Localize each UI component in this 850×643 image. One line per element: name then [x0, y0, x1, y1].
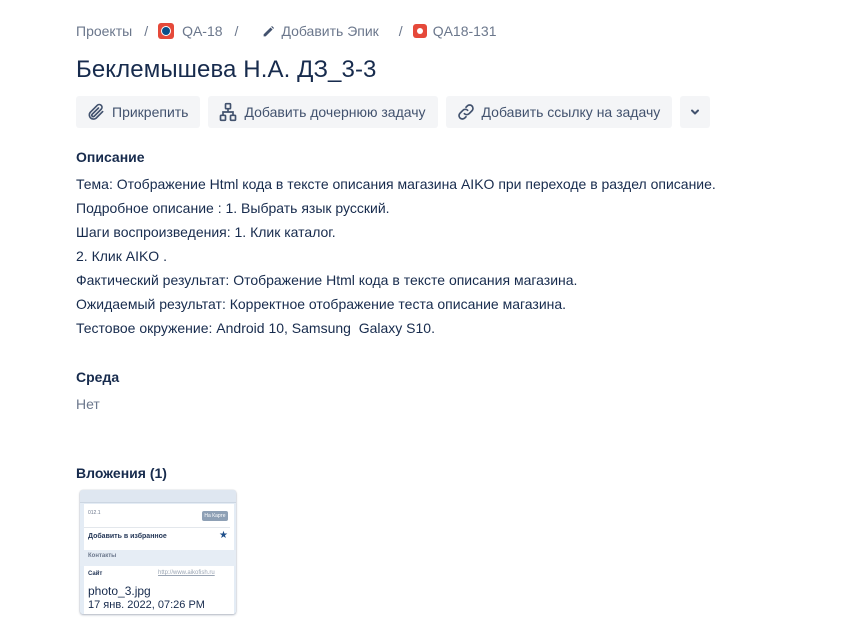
breadcrumb-project-link[interactable]: QA-18: [158, 23, 223, 39]
description-line: Шаги воспроизведения: 1. Клик каталог.: [76, 224, 336, 240]
hierarchy-icon: [220, 102, 237, 122]
environment-value[interactable]: Нет: [76, 396, 100, 412]
description-line: Тестовое окружение: Android 10, Samsung …: [76, 320, 435, 336]
add-epic-label: Добавить Эпик: [281, 23, 379, 39]
breadcrumb-separator: /: [234, 23, 239, 39]
description-line: Подробное описание : 1. Выбрать язык рус…: [76, 200, 390, 216]
thumbnail-site-label: Сайт: [88, 571, 103, 577]
link-issue-button[interactable]: Добавить ссылку на задачу: [445, 96, 673, 128]
attachment-card[interactable]: 012.1 На Карте Добавить в избранное ★ Ко…: [80, 490, 236, 614]
breadcrumb-issue-link[interactable]: QA18-131: [412, 23, 497, 39]
more-actions-button[interactable]: [680, 96, 711, 128]
attachments-heading: Вложения (1): [76, 465, 167, 481]
issue-title[interactable]: Беклемышева Н.А. ДЗ_3-3: [76, 56, 377, 84]
attach-button-label: Прикрепить: [112, 104, 189, 120]
attachment-date: 17 янв. 2022, 07:26 PM: [88, 599, 205, 611]
thumbnail-contacts-text: Контакты: [88, 553, 117, 559]
thumbnail-top-text: 012.1: [88, 510, 101, 516]
breadcrumb-issue-key: QA18-131: [432, 23, 497, 39]
breadcrumb-project-label: QA-18: [182, 23, 223, 39]
bug-icon: [412, 24, 427, 38]
star-icon: ★: [219, 530, 228, 541]
description-line: Фактический результат: Отображение Html …: [76, 272, 578, 288]
add-child-issue-label: Добавить дочернюю задачу: [244, 104, 426, 120]
environment-heading: Среда: [76, 369, 120, 385]
description-line: Тема: Отображение Html кода в тексте опи…: [76, 176, 716, 192]
project-avatar-icon: [158, 23, 175, 39]
pencil-icon: [262, 25, 275, 38]
issue-toolbar: Прикрепить Добавить дочернюю задачу Доба…: [76, 96, 711, 128]
description-line: 2. Клик AIKO .: [76, 248, 167, 264]
breadcrumb-projects-link[interactable]: Проекты: [76, 23, 132, 39]
breadcrumb: Проекты / QA-18 / Добавить Эпик / QA18-1…: [76, 21, 497, 41]
paperclip-icon: [88, 103, 104, 120]
breadcrumb-separator: /: [398, 23, 403, 39]
breadcrumb-separator: /: [144, 23, 149, 39]
thumbnail-map-button: На Карте: [202, 511, 228, 521]
description-heading: Описание: [76, 149, 145, 165]
description-body[interactable]: Тема: Отображение Html кода в тексте опи…: [76, 172, 716, 340]
description-line: Ожидаемый результат: Корректное отображе…: [76, 296, 567, 312]
attach-button[interactable]: Прикрепить: [76, 96, 201, 128]
add-child-issue-button[interactable]: Добавить дочернюю задачу: [208, 96, 438, 128]
add-epic-link[interactable]: Добавить Эпик: [262, 23, 379, 39]
thumbnail-favorites-text: Добавить в избранное: [88, 533, 167, 540]
link-issue-label: Добавить ссылку на задачу: [481, 104, 661, 120]
thumbnail-site-url: http://www.aikofish.ru: [158, 570, 215, 576]
chevron-down-icon: [691, 109, 700, 115]
attachment-filename: photo_3.jpg: [88, 584, 151, 598]
link-icon: [457, 104, 474, 120]
